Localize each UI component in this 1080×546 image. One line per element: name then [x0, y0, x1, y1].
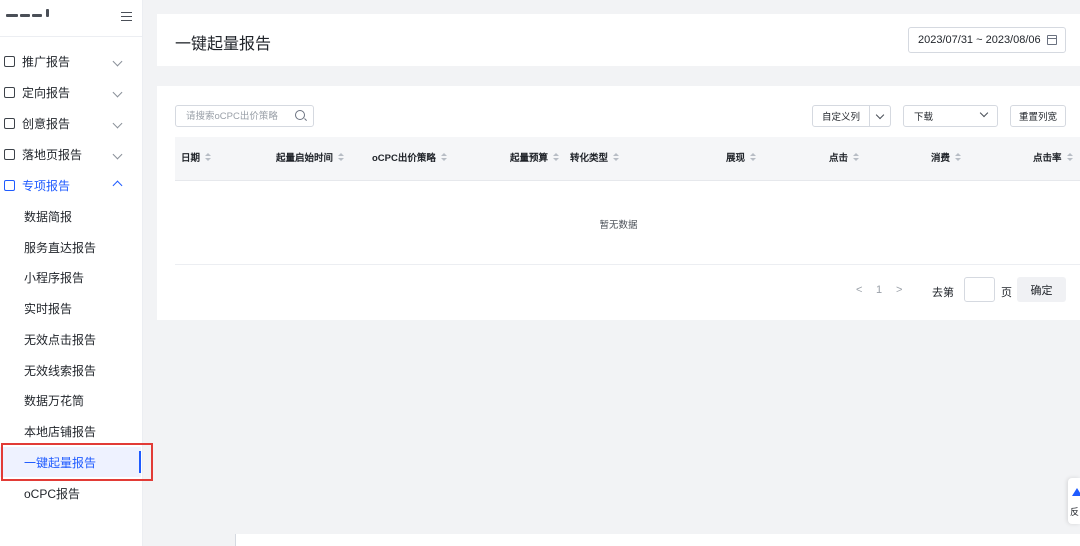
menu-group-landing-page-report[interactable]: 落地页报告 — [0, 139, 143, 170]
menu-group-label: 创意报告 — [22, 117, 71, 131]
chevron-down-icon — [112, 149, 123, 160]
sort-icon[interactable] — [750, 152, 757, 162]
next-page-button[interactable]: > — [896, 284, 902, 296]
menu-group-promotion-report[interactable]: 推广报告 — [0, 46, 143, 77]
prev-page-button[interactable]: < — [856, 284, 862, 296]
chevron-down-icon — [112, 118, 123, 129]
sort-icon[interactable] — [1066, 152, 1073, 162]
column-header-impressions[interactable]: 展现 — [726, 137, 757, 181]
sidebar-divider — [0, 36, 143, 37]
search-icon[interactable] — [295, 110, 305, 120]
report-table-card: 自定义列 下载 重置列宽 日期 起量启始时间 oCPC出价策略 起量预算 转化类… — [157, 86, 1080, 320]
column-header-ctr[interactable]: 点击率 — [1033, 137, 1073, 181]
sidebar-item-invalid-click[interactable]: 无效点击报告 — [0, 324, 143, 354]
column-header-label: 起量预算 — [510, 153, 549, 164]
date-range-value: 2023/07/31 ~ 2023/08/06 — [918, 34, 1041, 46]
download-select[interactable]: 下载 — [903, 105, 998, 127]
reset-column-width-button[interactable]: 重置列宽 — [1010, 105, 1066, 127]
chevron-down-icon — [875, 110, 885, 119]
feedback-label: 反 — [1070, 507, 1080, 517]
column-header-cost[interactable]: 消费 — [931, 137, 962, 181]
sort-icon[interactable] — [613, 152, 620, 162]
sidebar-item-realtime[interactable]: 实时报告 — [0, 293, 143, 323]
header-card: 一键起量报告 2023/07/31 ~ 2023/08/06 — [157, 14, 1080, 66]
column-header-boost-budget[interactable]: 起量预算 — [510, 137, 560, 181]
sort-icon[interactable] — [338, 152, 345, 162]
column-header-label: 点击率 — [1033, 153, 1062, 164]
sort-icon[interactable] — [440, 152, 447, 162]
feedback-icon — [1072, 488, 1080, 496]
bottom-panel-edge — [235, 534, 1080, 546]
sidebar-item-ocpc[interactable]: oCPC报告 — [0, 478, 143, 508]
column-header-label: 转化类型 — [570, 153, 609, 164]
menu-group-label: 定向报告 — [22, 86, 71, 100]
column-header-date[interactable]: 日期 — [181, 137, 212, 181]
sort-icon[interactable] — [553, 152, 560, 162]
column-header-clicks[interactable]: 点击 — [829, 137, 860, 181]
sidebar-item-invalid-lead[interactable]: 无效线索报告 — [0, 355, 143, 385]
sidebar-item-service-direct[interactable]: 服务直达报告 — [0, 232, 143, 262]
column-header-label: 消费 — [931, 153, 951, 164]
custom-columns-button[interactable]: 自定义列 — [812, 105, 870, 127]
menu-group-label: 专项报告 — [22, 179, 71, 193]
page-title: 一键起量报告 — [175, 36, 272, 53]
goto-page-label: 去第 — [932, 287, 954, 299]
landing-page-icon — [4, 149, 15, 160]
logo — [6, 9, 56, 20]
table-divider — [175, 264, 1080, 265]
sort-icon[interactable] — [205, 152, 212, 162]
column-header-label: 日期 — [181, 153, 201, 164]
search-input[interactable] — [186, 110, 296, 123]
table-header: 日期 起量启始时间 oCPC出价策略 起量预算 转化类型 展现 点击 消费 点击… — [175, 137, 1080, 181]
empty-state-text: 暂无数据 — [599, 220, 638, 231]
column-header-boost-start-time[interactable]: 起量启始时间 — [276, 137, 345, 181]
custom-columns-dropdown-button[interactable] — [869, 105, 891, 127]
column-header-label: 展现 — [726, 153, 746, 164]
menu-group-label: 推广报告 — [22, 55, 71, 69]
sort-icon[interactable] — [955, 152, 962, 162]
menu-group-targeting-report[interactable]: 定向报告 — [0, 77, 143, 108]
highlight-annotation-box — [1, 443, 153, 481]
menu-group-creative-report[interactable]: 创意报告 — [0, 108, 143, 139]
chevron-down-icon — [979, 108, 989, 118]
chevron-up-icon — [112, 180, 123, 191]
column-header-label: oCPC出价策略 — [372, 153, 436, 164]
creative-icon — [4, 118, 15, 129]
menu-group-label: 落地页报告 — [22, 148, 83, 162]
search-box[interactable] — [175, 105, 314, 127]
report-icon — [4, 56, 15, 67]
collapse-menu-icon[interactable] — [121, 12, 132, 22]
menu-group-special-report[interactable]: 专项报告 — [0, 170, 143, 201]
date-range-picker[interactable]: 2023/07/31 ~ 2023/08/06 — [908, 27, 1066, 53]
page-number-current[interactable]: 1 — [876, 284, 882, 296]
column-header-conversion-type[interactable]: 转化类型 — [570, 137, 620, 181]
target-icon — [4, 87, 15, 98]
sidebar-item-local-store[interactable]: 本地店铺报告 — [0, 416, 143, 446]
confirm-goto-button[interactable]: 确定 — [1017, 277, 1066, 302]
sidebar-item-data-brief[interactable]: 数据简报 — [0, 201, 143, 231]
sort-icon[interactable] — [853, 152, 860, 162]
goto-page-input[interactable] — [964, 277, 995, 302]
page-unit-label: 页 — [1001, 287, 1012, 299]
sidebar-item-data-kaleidoscope[interactable]: 数据万花筒 — [0, 385, 143, 415]
column-header-ocpc-strategy[interactable]: oCPC出价策略 — [372, 137, 447, 181]
chevron-down-icon — [112, 87, 123, 98]
download-select-value: 下载 — [914, 112, 934, 123]
sidebar-item-mini-program[interactable]: 小程序报告 — [0, 262, 143, 292]
column-header-label: 点击 — [829, 153, 849, 164]
bottom-divider — [235, 534, 236, 546]
calendar-icon — [1047, 35, 1057, 45]
feedback-widget[interactable]: 反 — [1068, 478, 1080, 524]
column-header-label: 起量启始时间 — [276, 153, 334, 164]
chevron-down-icon — [112, 56, 123, 67]
special-report-icon — [4, 180, 15, 191]
